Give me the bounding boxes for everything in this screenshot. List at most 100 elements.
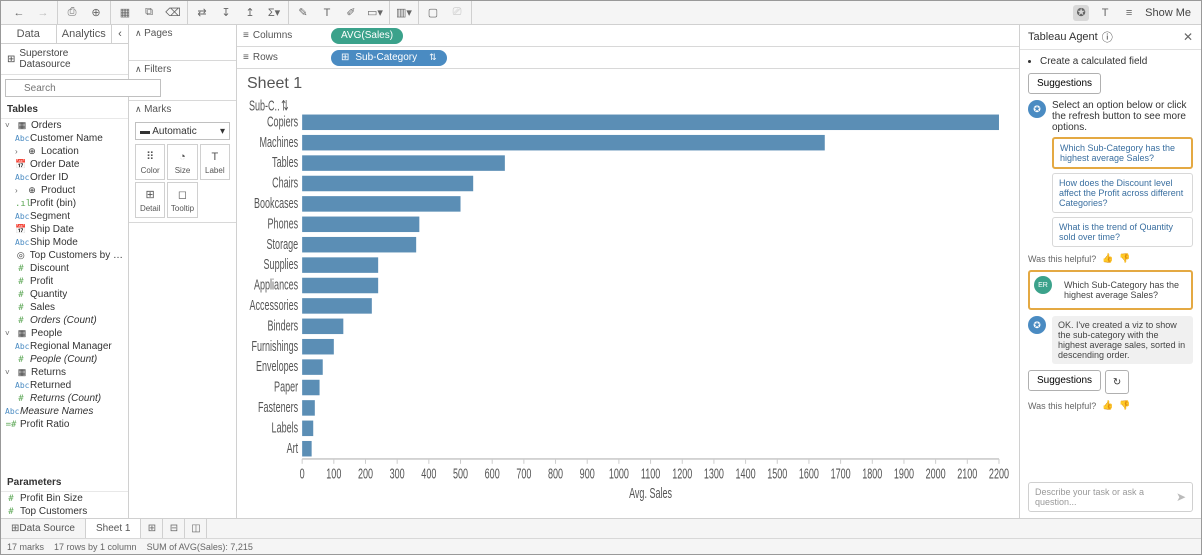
filters-shelf[interactable]: Filters (129, 61, 236, 78)
field-location[interactable]: ›⊕Location (1, 145, 128, 158)
columns-shelf[interactable]: ≡Columns AVG(Sales) (237, 25, 1019, 47)
back-icon[interactable]: ← (11, 5, 27, 21)
fit-icon[interactable]: ▭▾ (367, 5, 383, 21)
field-order-id[interactable]: AbcOrder ID (1, 171, 128, 184)
format-icon[interactable]: T (1097, 5, 1113, 21)
marks-detail[interactable]: ⊞Detail (135, 182, 165, 218)
param-top-customers[interactable]: #Top Customers (1, 505, 128, 518)
thumbs-up-icon[interactable]: 👍 (1102, 400, 1113, 411)
status-rows: 17 rows by 1 column (54, 542, 137, 552)
svg-text:700: 700 (516, 465, 531, 482)
info-icon[interactable]: ⓘ (1102, 29, 1113, 45)
pages-shelf[interactable]: Pages (129, 25, 236, 42)
forward-icon[interactable]: → (35, 5, 51, 21)
field-discount[interactable]: #Discount (1, 262, 128, 275)
highlight-icon[interactable]: ✎ (295, 5, 311, 21)
datasource-row[interactable]: ⊞ Superstore Datasource (1, 44, 128, 75)
detail-icon: ⊞ (143, 188, 157, 202)
presentation-icon[interactable]: ▢ (425, 5, 441, 21)
field-profit-bin[interactable]: .ılProfit (bin) (1, 197, 128, 210)
thumbs-up-icon[interactable]: 👍 (1102, 253, 1113, 264)
tab-data[interactable]: Data (1, 25, 57, 43)
field-quantity[interactable]: #Quantity (1, 288, 128, 301)
search-input[interactable] (5, 79, 161, 97)
marks-size[interactable]: ◔Size (167, 144, 197, 180)
text-icon[interactable]: T (319, 5, 335, 21)
svg-text:800: 800 (548, 465, 563, 482)
field-measure-names[interactable]: AbcMeasure Names (1, 405, 128, 418)
sort-desc-icon[interactable]: ↥ (242, 5, 258, 21)
field-ship-date[interactable]: 📅Ship Date (1, 223, 128, 236)
svg-text:Envelopes: Envelopes (256, 358, 298, 375)
close-icon[interactable]: ✕ (1183, 30, 1193, 44)
new-worksheet-icon[interactable]: ⊞ (141, 519, 163, 538)
svg-text:300: 300 (390, 465, 405, 482)
send-icon[interactable]: ➤ (1176, 490, 1186, 504)
new-story-icon[interactable]: ◫ (185, 519, 207, 538)
table-people[interactable]: ˅▦People (1, 327, 128, 340)
field-ship-mode[interactable]: AbcShip Mode (1, 236, 128, 249)
panel-collapse-icon[interactable]: ‹ (112, 25, 128, 43)
marks-tooltip[interactable]: ◻Tooltip (167, 182, 197, 218)
tab-data-source[interactable]: ⊞ Data Source (1, 519, 86, 538)
field-product[interactable]: ›⊕Product (1, 184, 128, 197)
field-order-date[interactable]: 📅Order Date (1, 158, 128, 171)
field-customer-name[interactable]: AbcCustomer Name (1, 132, 128, 145)
suggestions-button-2[interactable]: Suggestions (1028, 370, 1101, 391)
refresh-icon[interactable]: ↻ (1105, 370, 1129, 394)
marks-color[interactable]: ⠿Color (135, 144, 165, 180)
table-orders[interactable]: ˅▦Orders (1, 119, 128, 132)
svg-text:1900: 1900 (894, 465, 914, 482)
new-dashboard-icon[interactable]: ⊟ (163, 519, 185, 538)
tab-analytics[interactable]: Analytics (57, 25, 113, 43)
suggestion-1[interactable]: Which Sub-Category has the highest avera… (1052, 137, 1193, 169)
suggestion-2[interactable]: How does the Discount level affect the P… (1052, 173, 1193, 213)
rows-pill-subcategory[interactable]: ⊞Sub-Category⇅ (331, 50, 447, 66)
dup-sheet-icon[interactable]: ⧉ (141, 5, 157, 21)
totals-icon[interactable]: Σ▾ (266, 5, 282, 21)
marks-type-dropdown[interactable]: ▬ Automatic▾ (135, 122, 230, 140)
thumbs-down-icon[interactable]: 👎 (1119, 400, 1130, 411)
chart-type-icon[interactable]: ▥▾ (396, 5, 412, 21)
columns-pill-avg-sales[interactable]: AVG(Sales) (331, 28, 403, 44)
param-profit-bin-size[interactable]: #Profit Bin Size (1, 492, 128, 505)
save-icon[interactable]: ⎙ (64, 5, 80, 21)
swap-icon[interactable]: ⇄ (194, 5, 210, 21)
worksheet-area: ≡Columns AVG(Sales) ≡Rows ⊞Sub-Category⇅… (237, 25, 1019, 518)
sort-asc-icon[interactable]: ↧ (218, 5, 234, 21)
field-orders-count[interactable]: #Orders (Count) (1, 314, 128, 327)
bar-chart[interactable]: Sub-C..⇅CopiersMachinesTablesChairsBookc… (247, 99, 1009, 508)
annotate-icon[interactable]: ✐ (343, 5, 359, 21)
marks-label[interactable]: TLabel (200, 144, 230, 180)
share-icon[interactable]: ⎚ (449, 5, 465, 21)
field-segment[interactable]: AbcSegment (1, 210, 128, 223)
parameters-heading: Parameters (1, 474, 128, 492)
field-returns-count[interactable]: #Returns (Count) (1, 392, 128, 405)
svg-text:⇅: ⇅ (281, 99, 289, 114)
suggestions-button[interactable]: Suggestions (1028, 73, 1101, 94)
clear-sheet-icon[interactable]: ⌫ (165, 5, 181, 21)
agent-input[interactable]: Describe your task or ask a question... … (1028, 482, 1193, 512)
table-returns[interactable]: ˅▦Returns (1, 366, 128, 379)
guide-icon[interactable]: ≡ (1121, 5, 1137, 21)
field-sales[interactable]: #Sales (1, 301, 128, 314)
marks-shelf[interactable]: Marks (129, 101, 236, 118)
agent-icon[interactable]: ✪ (1073, 5, 1089, 21)
field-returned[interactable]: AbcReturned (1, 379, 128, 392)
new-data-icon[interactable]: ⊕ (88, 5, 104, 21)
field-profit-ratio[interactable]: =#Profit Ratio (1, 418, 128, 431)
field-profit[interactable]: #Profit (1, 275, 128, 288)
show-me-button[interactable]: Show Me (1145, 7, 1191, 19)
suggestion-3[interactable]: What is the trend of Quantity sold over … (1052, 217, 1193, 247)
rows-shelf[interactable]: ≡Rows ⊞Sub-Category⇅ (237, 47, 1019, 69)
svg-text:Supplies: Supplies (264, 256, 299, 273)
datasource-icon: ⊞ (7, 54, 15, 65)
field-top-customers[interactable]: ◎Top Customers by P... (1, 249, 128, 262)
field-regional-manager[interactable]: AbcRegional Manager (1, 340, 128, 353)
status-marks: 17 marks (7, 542, 44, 552)
sheet-title[interactable]: Sheet 1 (237, 69, 1019, 99)
tab-sheet-1[interactable]: Sheet 1 (86, 519, 141, 538)
new-sheet-icon[interactable]: ▦ (117, 5, 133, 21)
field-people-count[interactable]: #People (Count) (1, 353, 128, 366)
thumbs-down-icon[interactable]: 👎 (1119, 253, 1130, 264)
